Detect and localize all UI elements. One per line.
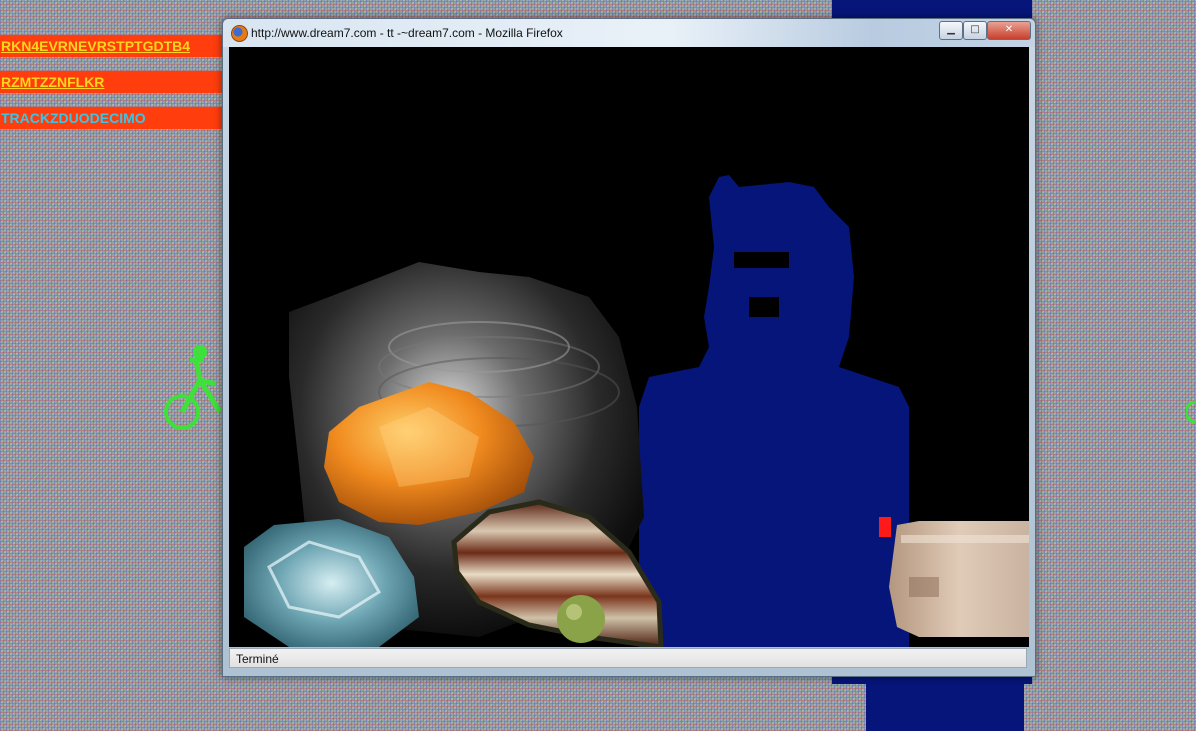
bicycle-icon-edge xyxy=(1186,400,1196,424)
browser-window: http://www.dream7.com - tt -~dream7.com … xyxy=(222,18,1036,677)
link-bar-2[interactable]: RZMTZZNFLKR xyxy=(0,71,223,93)
minimize-button[interactable]: ▁ xyxy=(939,21,963,40)
maximize-button[interactable]: □ xyxy=(963,21,987,40)
title-bar[interactable]: http://www.dream7.com - tt -~dream7.com … xyxy=(223,19,1035,47)
navy-panel-bottom xyxy=(866,670,1024,731)
close-button[interactable]: ✕ xyxy=(987,21,1031,40)
window-title: http://www.dream7.com - tt -~dream7.com … xyxy=(251,26,563,40)
firefox-icon xyxy=(231,25,248,42)
link-bar-1[interactable]: RKN4EVRNEVRSTPTGDTB4 xyxy=(0,35,223,57)
status-bar: Terminé xyxy=(229,648,1027,668)
page-content xyxy=(229,47,1029,647)
link-bar-3[interactable]: TRACKZDUODECIMO xyxy=(0,107,223,129)
collage-image xyxy=(244,175,1029,647)
bicycle-icon xyxy=(164,345,223,430)
